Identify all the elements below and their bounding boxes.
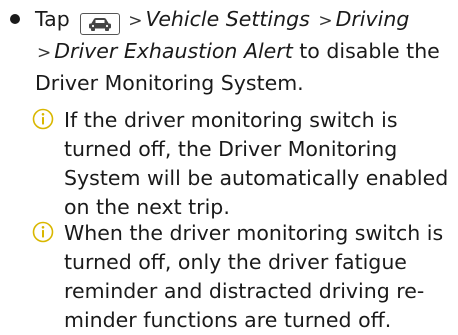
info-icon	[32, 221, 54, 243]
chevron-right-icon: >	[318, 11, 333, 31]
path-vehicle-settings: Vehicle Settings	[145, 7, 310, 31]
note-text: When the driver monitoring switch is tur…	[64, 221, 444, 332]
step-prefix: Tap	[35, 7, 70, 31]
note-text: If the driver monitoring switch is turne…	[64, 108, 449, 219]
info-note: When the driver monitoring switch is tur…	[32, 219, 452, 335]
car-icon	[80, 13, 121, 35]
chevron-right-icon: >	[37, 43, 52, 63]
path-driving: Driving	[335, 7, 410, 31]
info-note: If the driver monitoring switch is turne…	[32, 106, 452, 222]
path-driver-exhaustion-alert: Driver Exhaustion Alert	[54, 39, 293, 63]
info-icon	[32, 108, 54, 130]
instruction-step: Tap > Vehicle Settings > Driving > Driver E…	[10, 4, 450, 98]
chevron-right-icon: >	[128, 11, 143, 31]
bullet-point	[10, 14, 20, 24]
step-text: Tap > Vehicle Settings > Driving > Driver E…	[35, 4, 450, 98]
